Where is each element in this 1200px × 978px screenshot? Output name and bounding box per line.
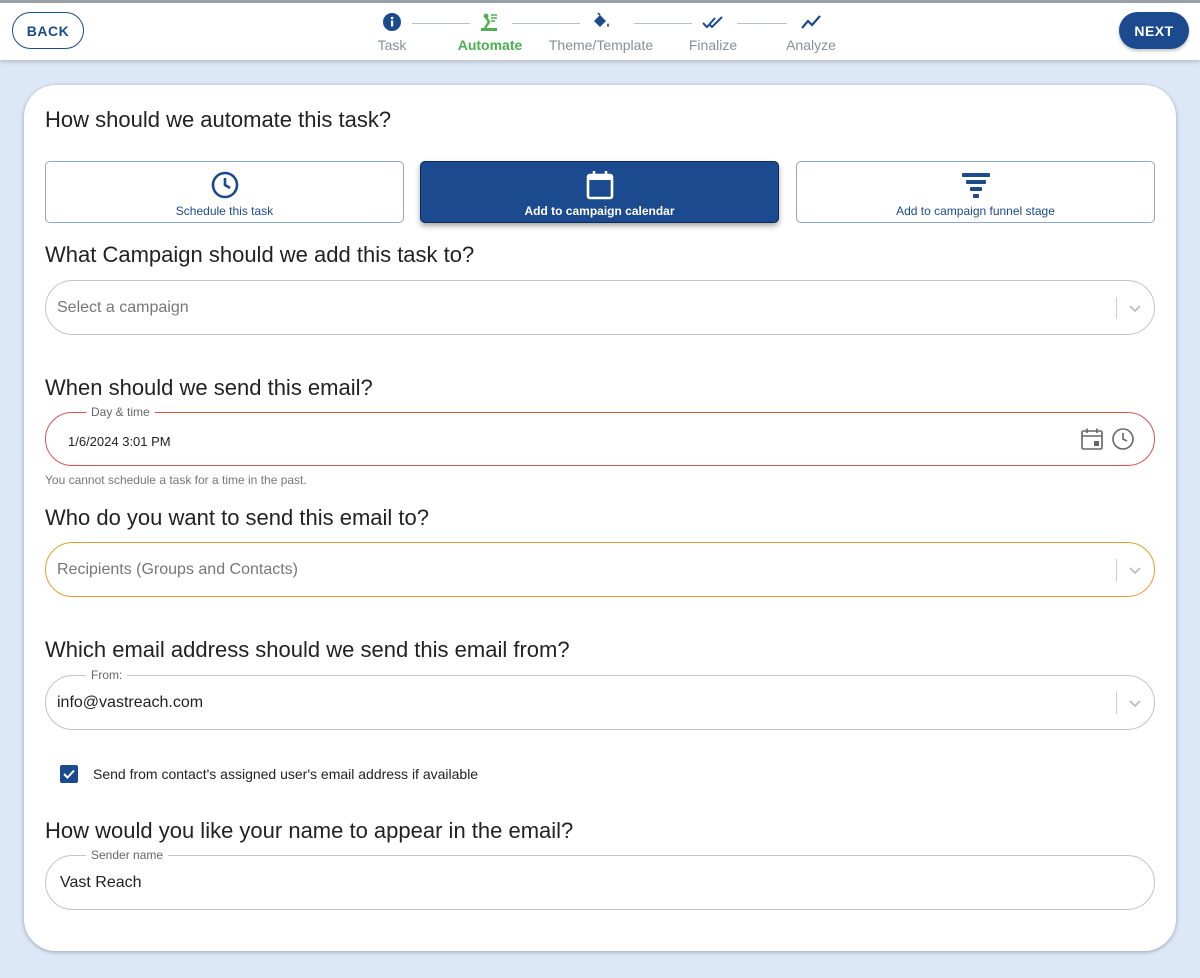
back-button[interactable]: BACK (12, 12, 84, 49)
send-time-field[interactable]: Day & time 1/6/2024 3:01 PM (45, 405, 1155, 466)
from-address-value: info@vastreach.com (57, 694, 204, 711)
option-schedule-task[interactable]: Schedule this task (45, 161, 404, 223)
top-stepper-header: BACK Task Automate Theme/Template Finali… (0, 0, 1200, 60)
step-automate[interactable]: Automate (452, 6, 528, 56)
automate-question: How should we automate this task? (45, 107, 392, 132)
info-icon (383, 13, 401, 31)
campaign-select[interactable]: Select a campaign (45, 280, 1155, 335)
field-legend: Day & time (86, 405, 155, 419)
sender-name-value: Vast Reach (60, 874, 142, 891)
checkmark-icon (63, 769, 75, 779)
step-label: Task (377, 37, 407, 53)
chevron-down-icon[interactable] (1126, 299, 1144, 317)
trend-line-icon (801, 15, 821, 29)
funnel-icon (961, 173, 990, 198)
recipients-question: Who do you want to send this email to? (45, 505, 429, 530)
field-legend: Sender name (86, 848, 169, 862)
step-analyze[interactable]: Analyze (780, 6, 842, 56)
send-time-value: 1/6/2024 3:01 PM (68, 434, 171, 449)
double-check-icon (702, 16, 723, 29)
campaign-question: What Campaign should we add this task to… (45, 242, 475, 267)
option-add-to-campaign-calendar[interactable]: Add to campaign calendar (420, 161, 779, 223)
send-time-question: When should we send this email? (45, 375, 373, 400)
step-label: Analyze (786, 37, 836, 53)
automation-icon (481, 13, 497, 31)
automation-form-card: How should we automate this task? Schedu… (24, 85, 1176, 951)
select-separator (1116, 559, 1117, 581)
step-label: Automate (457, 37, 523, 53)
option-label: Add to campaign funnel stage (896, 204, 1055, 218)
from-address-select[interactable]: From: info@vastreach.com (45, 668, 1155, 730)
recipients-select[interactable]: Recipients (Groups and Contacts) (45, 542, 1155, 597)
field-legend: From: (86, 668, 128, 682)
clock-icon (211, 171, 238, 199)
calendar-picker-icon[interactable] (1080, 427, 1104, 451)
option-label: Add to campaign calendar (524, 204, 675, 218)
step-finalize[interactable]: Finalize (680, 6, 746, 56)
recipients-placeholder: Recipients (Groups and Contacts) (57, 561, 298, 578)
select-separator (1116, 297, 1117, 319)
sender-name-field[interactable]: Sender name Vast Reach (45, 848, 1155, 910)
option-add-to-funnel-stage[interactable]: Add to campaign funnel stage (796, 161, 1155, 223)
sender-name-question: How would you like your name to appear i… (45, 818, 574, 843)
step-label: Theme/Template (548, 37, 654, 53)
step-theme-template[interactable]: Theme/Template (542, 6, 660, 56)
option-label: Schedule this task (175, 204, 274, 218)
chevron-down-icon[interactable] (1126, 561, 1144, 579)
select-separator (1116, 692, 1117, 714)
assigned-user-email-label: Send from contact's assigned user's emai… (93, 766, 479, 782)
next-button[interactable]: NEXT (1119, 12, 1189, 49)
from-address-question: Which email address should we send this … (45, 637, 570, 662)
calendar-icon (586, 171, 613, 200)
step-label: Finalize (688, 37, 738, 53)
step-task[interactable]: Task (362, 6, 422, 56)
assigned-user-email-checkbox[interactable] (60, 765, 78, 783)
paint-bucket-icon (594, 12, 609, 27)
campaign-placeholder: Select a campaign (57, 299, 189, 316)
send-time-error-text: You cannot schedule a task for a time in… (45, 473, 307, 487)
time-picker-icon[interactable] (1111, 427, 1135, 451)
chevron-down-icon[interactable] (1126, 694, 1144, 712)
